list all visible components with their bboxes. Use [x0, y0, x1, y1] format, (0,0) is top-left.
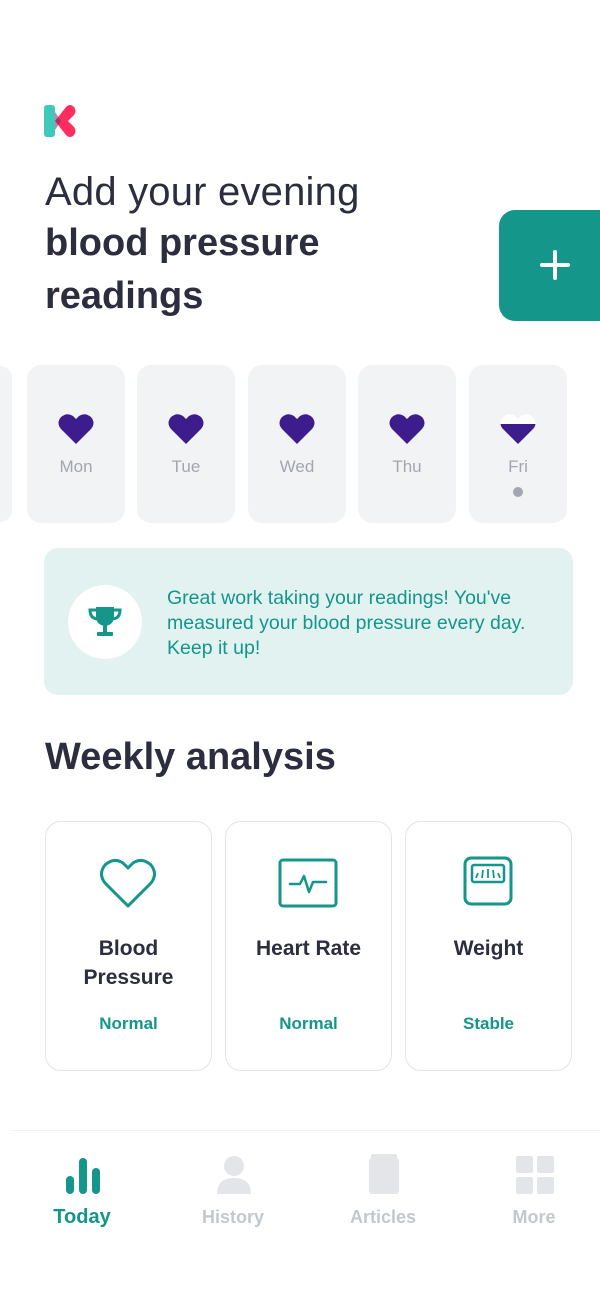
- today-indicator-dot: [513, 487, 523, 497]
- headline-line-2: blood pressure: [45, 222, 320, 264]
- metric-card-weight[interactable]: Weight Stable: [405, 821, 572, 1071]
- day-card-mon[interactable]: Mon: [27, 365, 125, 523]
- app-logo-icon: [44, 105, 76, 137]
- bar-chart-icon: [66, 1158, 100, 1194]
- scale-icon: [463, 856, 513, 906]
- book-icon: [369, 1154, 399, 1194]
- heart-rate-monitor-icon: [278, 858, 338, 908]
- tab-more[interactable]: More: [469, 1150, 599, 1240]
- day-card-tue[interactable]: Tue: [137, 365, 235, 523]
- metric-status: Normal: [279, 1014, 338, 1033]
- tab-articles[interactable]: Articles: [318, 1150, 448, 1240]
- tab-today[interactable]: Today: [17, 1150, 147, 1240]
- trophy-icon: [88, 607, 122, 636]
- day-label: Fri: [508, 457, 528, 476]
- add-reading-button[interactable]: [499, 210, 600, 321]
- metric-name-line-2: Pressure: [83, 966, 174, 989]
- metric-name-line-1: Heart Rate: [255, 937, 362, 960]
- heart-filled-icon: [279, 414, 315, 444]
- day-card-fri[interactable]: Fri: [469, 365, 567, 523]
- trophy-badge: [68, 585, 142, 659]
- heart-half-filled-icon: [500, 414, 536, 444]
- metric-card-heart-rate[interactable]: Heart Rate Normal: [225, 821, 392, 1071]
- metric-name-line-1: Blood: [98, 937, 159, 960]
- day-label: Mon: [59, 457, 93, 476]
- streak-message: Great work taking your readings! You've …: [167, 587, 526, 659]
- tab-label: Today: [53, 1206, 111, 1228]
- tab-bar-divider: [10, 1130, 600, 1131]
- section-title-weekly-analysis: Weekly analysis: [45, 736, 336, 778]
- headline-line-1: Add your evening: [45, 170, 360, 214]
- day-label: Thu: [392, 457, 422, 476]
- streak-banner: Great work taking your readings! You've …: [44, 548, 573, 695]
- day-label: Wed: [279, 457, 315, 476]
- headline-line-3: readings: [45, 275, 204, 317]
- heart-filled-icon: [389, 414, 425, 444]
- page-headline: Add your evening blood pressure readings: [45, 168, 465, 322]
- tab-label: More: [512, 1207, 556, 1227]
- tab-history[interactable]: History: [168, 1150, 298, 1240]
- tab-label: History: [201, 1207, 264, 1227]
- day-label: Tue: [171, 457, 201, 476]
- metric-name: Blood Pressure: [46, 934, 211, 992]
- metric-name: Weight: [406, 934, 571, 963]
- grid-icon: [516, 1156, 554, 1194]
- metric-status: Stable: [462, 1014, 515, 1033]
- metric-name: Heart Rate: [226, 934, 391, 963]
- heart-outline-icon: [100, 858, 156, 908]
- metric-name-line-1: Weight: [453, 937, 524, 960]
- person-icon: [217, 1156, 251, 1194]
- heart-filled-icon: [58, 414, 94, 444]
- day-card-wed[interactable]: Wed: [248, 365, 346, 523]
- metric-status: Normal: [99, 1014, 158, 1033]
- day-card-previous-partial[interactable]: [0, 366, 12, 522]
- metric-card-blood-pressure[interactable]: Blood Pressure Normal: [45, 821, 212, 1071]
- day-card-thu[interactable]: Thu: [358, 365, 456, 523]
- tab-label: Articles: [349, 1207, 417, 1227]
- heart-filled-icon: [168, 414, 204, 444]
